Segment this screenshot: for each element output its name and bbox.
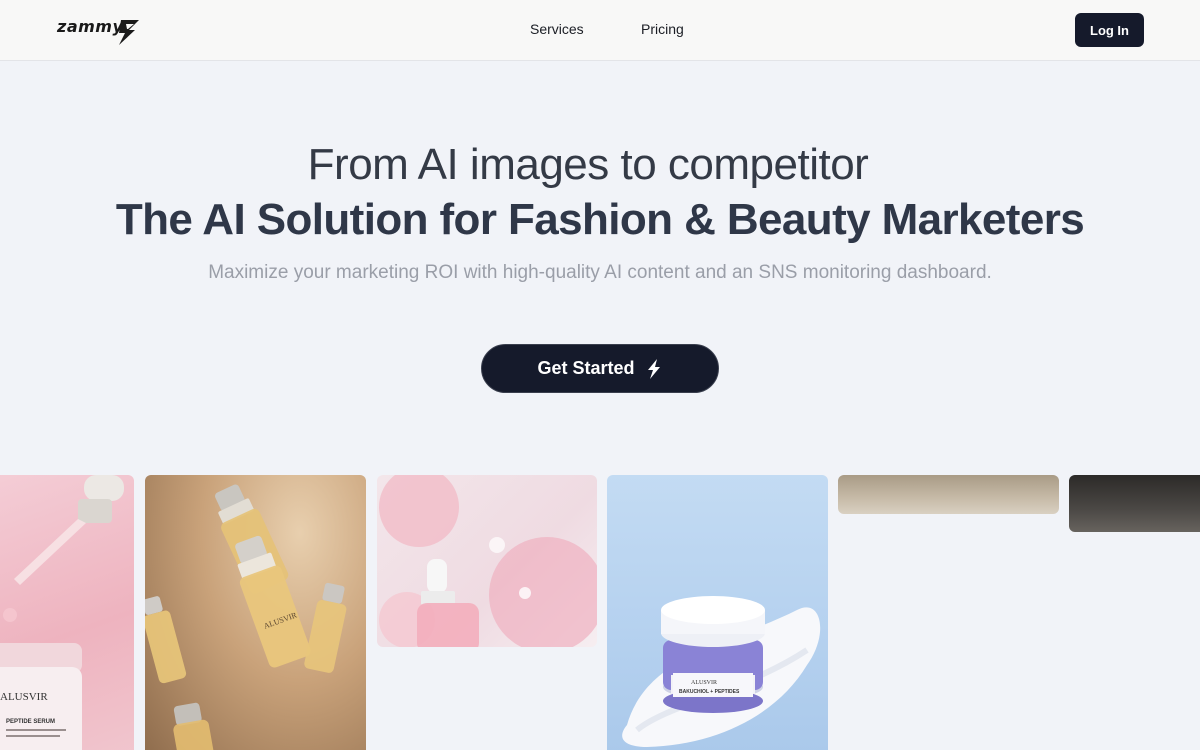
- svg-text:BAKUCHIOL + PEPTIDES: BAKUCHIOL + PEPTIDES: [679, 689, 740, 695]
- nav-pricing-link[interactable]: Pricing: [641, 21, 684, 37]
- svg-text:ALUSVIR: ALUSVIR: [691, 680, 717, 686]
- gallery-image-serum-bottles: ALUSVIR: [145, 475, 366, 750]
- get-started-label: Get Started: [537, 358, 635, 378]
- svg-text:ALUSVIR: ALUSVIR: [0, 691, 48, 703]
- hero-subtitle: Maximize your marketing ROI with high-qu…: [208, 262, 992, 283]
- top-header: zammy Services Pricing Log In: [0, 0, 1200, 61]
- logo[interactable]: zammy: [57, 14, 147, 48]
- nav-services-link[interactable]: Services: [530, 21, 584, 37]
- login-button[interactable]: Log In: [1075, 13, 1144, 47]
- hero-eyebrow-heading: From AI images to competitor: [307, 140, 869, 189]
- lightning-bolt-icon: [647, 358, 660, 379]
- gallery-image-beige-texture: [838, 475, 1059, 514]
- gallery-image-pink-gel: [377, 475, 597, 647]
- logo-wordmark: zammy: [57, 17, 124, 36]
- gallery-image-dark-texture: [1069, 475, 1200, 532]
- gallery-image-pink-serum: ALUSVIR PEPTIDE SERUM: [0, 475, 134, 750]
- logo-bolt-icon: [119, 20, 139, 45]
- get-started-button[interactable]: Get Started: [481, 344, 719, 393]
- gallery-image-cream-jar: ALUSVIR BAKUCHIOL + PEPTIDES: [607, 475, 828, 750]
- hero-title: The AI Solution for Fashion & Beauty Mar…: [115, 195, 1085, 244]
- svg-text:PEPTIDE SERUM: PEPTIDE SERUM: [6, 719, 55, 725]
